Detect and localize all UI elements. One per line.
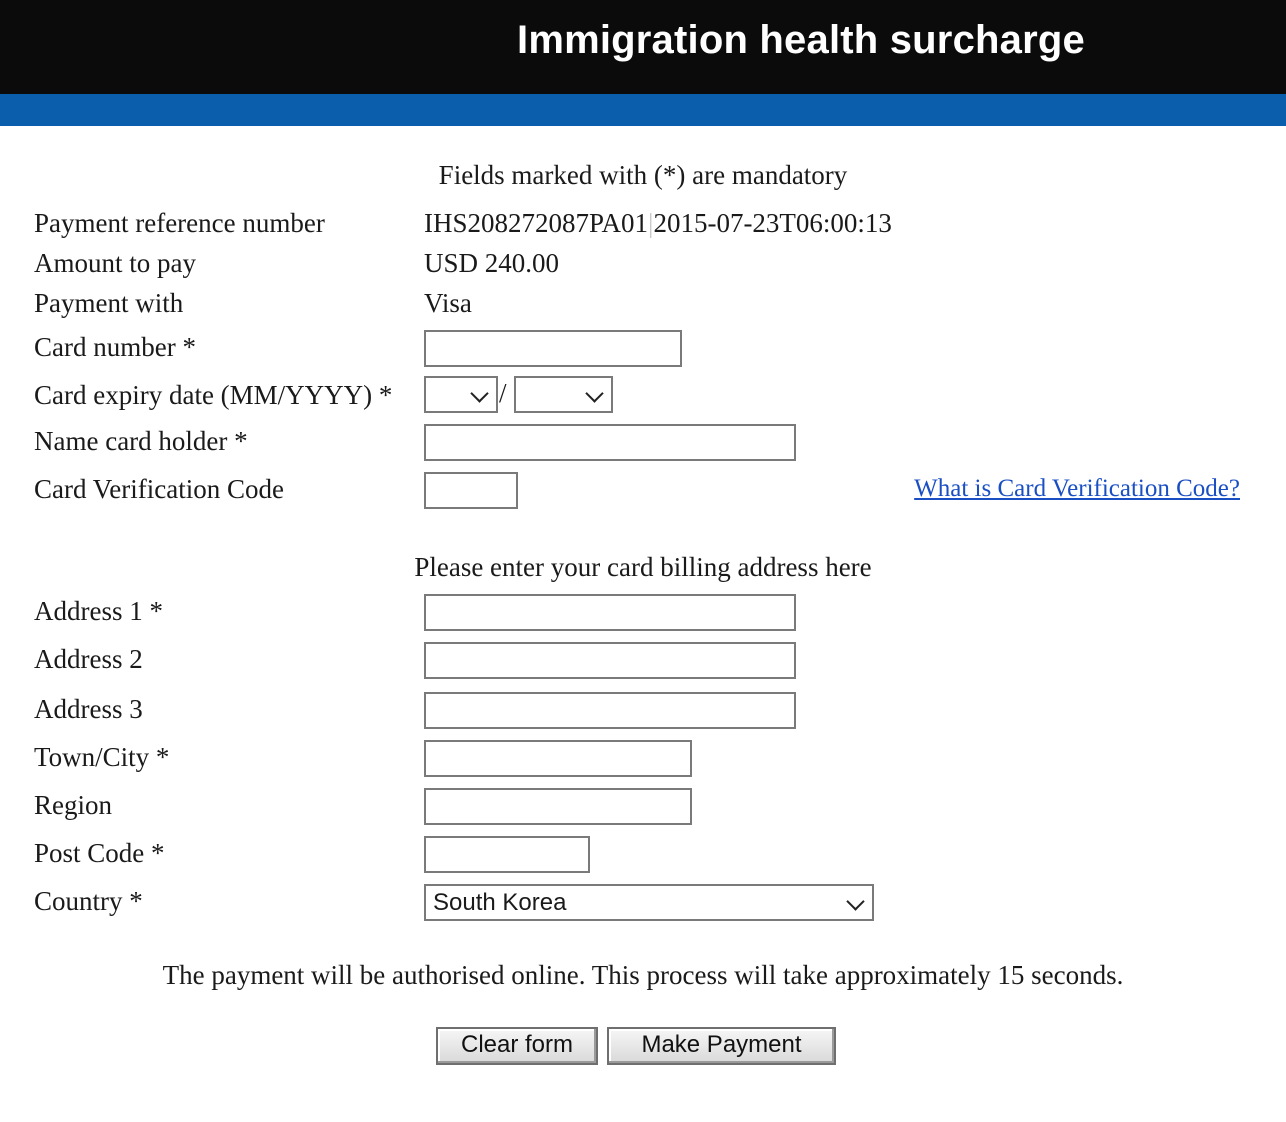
expiry-month-select[interactable] xyxy=(424,376,498,413)
payment-method-value: Visa xyxy=(424,288,472,318)
reference-id: IHS208272087PA01 xyxy=(424,208,649,238)
billing-note: Please enter your card billing address h… xyxy=(414,552,872,582)
holder-input[interactable] xyxy=(424,424,796,461)
city-label: Town/City * xyxy=(34,742,170,772)
page-title: Immigration health surcharge xyxy=(517,18,1085,62)
cvc-label: Card Verification Code xyxy=(34,474,284,504)
expiry-year-select[interactable] xyxy=(514,376,613,413)
address2-input[interactable] xyxy=(424,642,796,679)
cvc-help-link[interactable]: What is Card Verification Code? xyxy=(914,475,1240,503)
country-select[interactable]: South Korea xyxy=(424,884,874,921)
address3-input[interactable] xyxy=(424,692,796,729)
holder-label: Name card holder * xyxy=(34,426,248,456)
amount-label: Amount to pay xyxy=(34,248,196,278)
postcode-label: Post Code * xyxy=(34,838,165,868)
payment-method-label: Payment with xyxy=(34,288,184,318)
chevron-down-icon xyxy=(846,892,865,911)
cvc-input[interactable] xyxy=(424,472,518,509)
region-input[interactable] xyxy=(424,788,692,825)
address2-label: Address 2 xyxy=(34,644,143,674)
address1-input[interactable] xyxy=(424,594,796,631)
reference-label: Payment reference number xyxy=(34,208,325,238)
card-number-label: Card number * xyxy=(34,332,196,362)
reference-time: 2015-07-23T06:00:13 xyxy=(653,208,892,238)
amount-value: USD 240.00 xyxy=(424,248,560,278)
mandatory-note: Fields marked with (*) are mandatory xyxy=(438,160,848,190)
make-payment-button[interactable]: Make Payment xyxy=(607,1027,836,1065)
reference-value: IHS208272087PA01|2015-07-23T06:00:13 xyxy=(424,208,892,239)
region-label: Region xyxy=(34,790,112,820)
chevron-down-icon xyxy=(470,384,489,403)
expiry-label: Card expiry date (MM/YYYY) * xyxy=(34,380,393,410)
authorisation-note: The payment will be authorised online. T… xyxy=(162,960,1124,990)
clear-form-button[interactable]: Clear form xyxy=(436,1027,598,1065)
card-number-input[interactable] xyxy=(424,330,682,367)
city-input[interactable] xyxy=(424,740,692,777)
header-stripe xyxy=(0,94,1286,126)
address1-label: Address 1 * xyxy=(34,596,163,626)
expiry-separator: / xyxy=(499,378,507,408)
country-value: South Korea xyxy=(433,889,567,916)
address3-label: Address 3 xyxy=(34,694,143,724)
country-label: Country * xyxy=(34,886,143,916)
chevron-down-icon xyxy=(585,384,604,403)
postcode-input[interactable] xyxy=(424,836,590,873)
